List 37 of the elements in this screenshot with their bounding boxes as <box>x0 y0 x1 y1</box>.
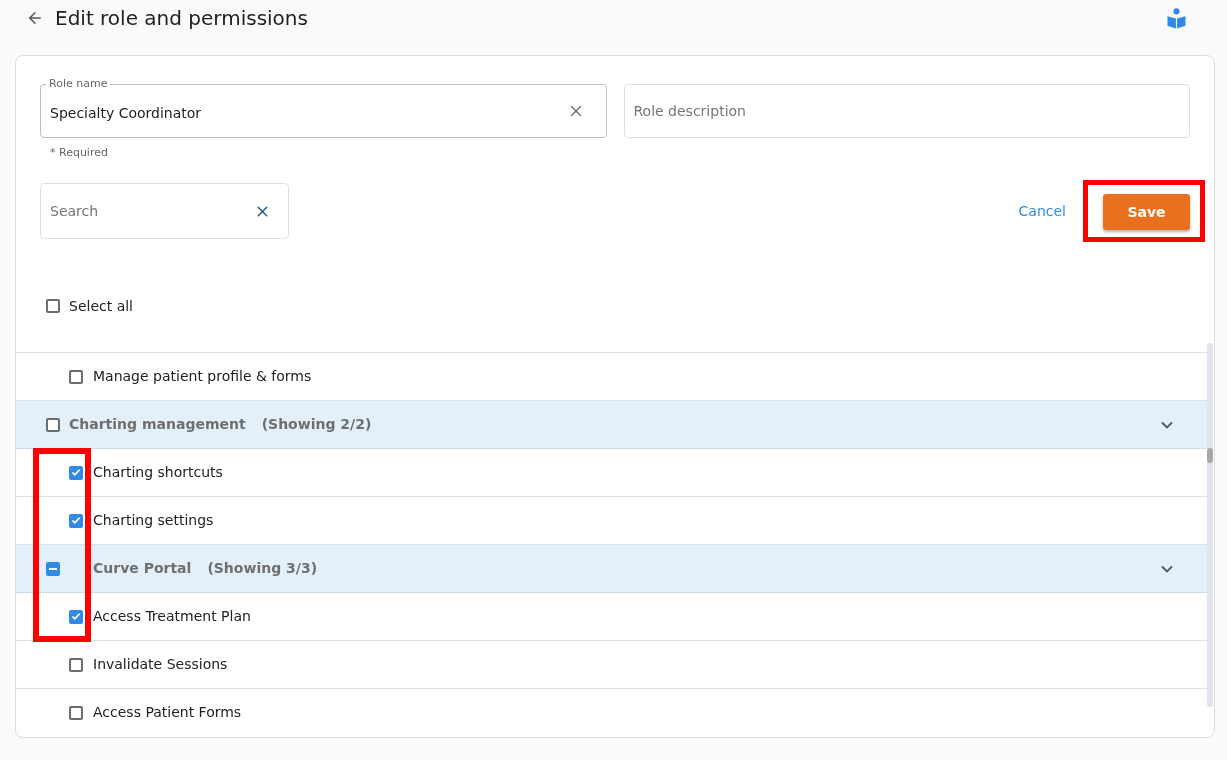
checkbox[interactable] <box>69 465 83 480</box>
save-button[interactable]: Save <box>1103 194 1190 230</box>
minus-icon <box>49 567 57 570</box>
checkbox[interactable] <box>69 657 83 672</box>
permission-group-header[interactable]: Charting management (Showing 2/2) <box>16 401 1207 449</box>
page-title: Edit role and permissions <box>55 5 308 32</box>
permission-label: Invalidate Sessions <box>93 655 228 674</box>
select-all-label: Select all <box>69 296 133 316</box>
book-reader-icon[interactable] <box>1167 7 1186 29</box>
group-count: (Showing 2/2) <box>261 415 372 434</box>
chevron-down-icon[interactable] <box>1161 564 1173 573</box>
checkbox[interactable] <box>46 417 60 432</box>
checkmark-icon <box>72 613 80 620</box>
checkbox[interactable] <box>69 513 83 528</box>
checkbox[interactable] <box>46 299 60 313</box>
chevron-down-icon[interactable] <box>1161 420 1173 429</box>
scrollbar[interactable] <box>1207 343 1213 707</box>
role-description-field[interactable]: Role description <box>623 84 1190 138</box>
permission-label: Manage patient profile & forms <box>93 367 312 386</box>
permission-group-header[interactable]: Curve Portal (Showing 3/3) <box>16 545 1207 593</box>
checkbox[interactable] <box>69 705 83 720</box>
scrollbar-thumb[interactable] <box>1207 448 1213 463</box>
required-note: * Required <box>50 146 108 160</box>
group-title: Charting management <box>69 415 246 434</box>
group-count: (Showing 3/3) <box>207 559 318 578</box>
group-title: Curve Portal <box>93 559 192 578</box>
search-field[interactable]: Search <box>40 183 289 239</box>
permission-label: Charting shortcuts <box>93 463 223 482</box>
permission-label: Access Patient Forms <box>93 703 242 722</box>
permission-label: Access Treatment Plan <box>93 607 251 626</box>
checkmark-icon <box>72 517 80 524</box>
permission-label: Charting settings <box>93 511 214 530</box>
checkbox[interactable] <box>69 369 83 384</box>
checkbox[interactable] <box>46 561 60 576</box>
checkbox[interactable] <box>69 609 83 624</box>
cancel-link[interactable]: Cancel <box>1018 200 1066 222</box>
checkmark-icon <box>72 469 80 476</box>
